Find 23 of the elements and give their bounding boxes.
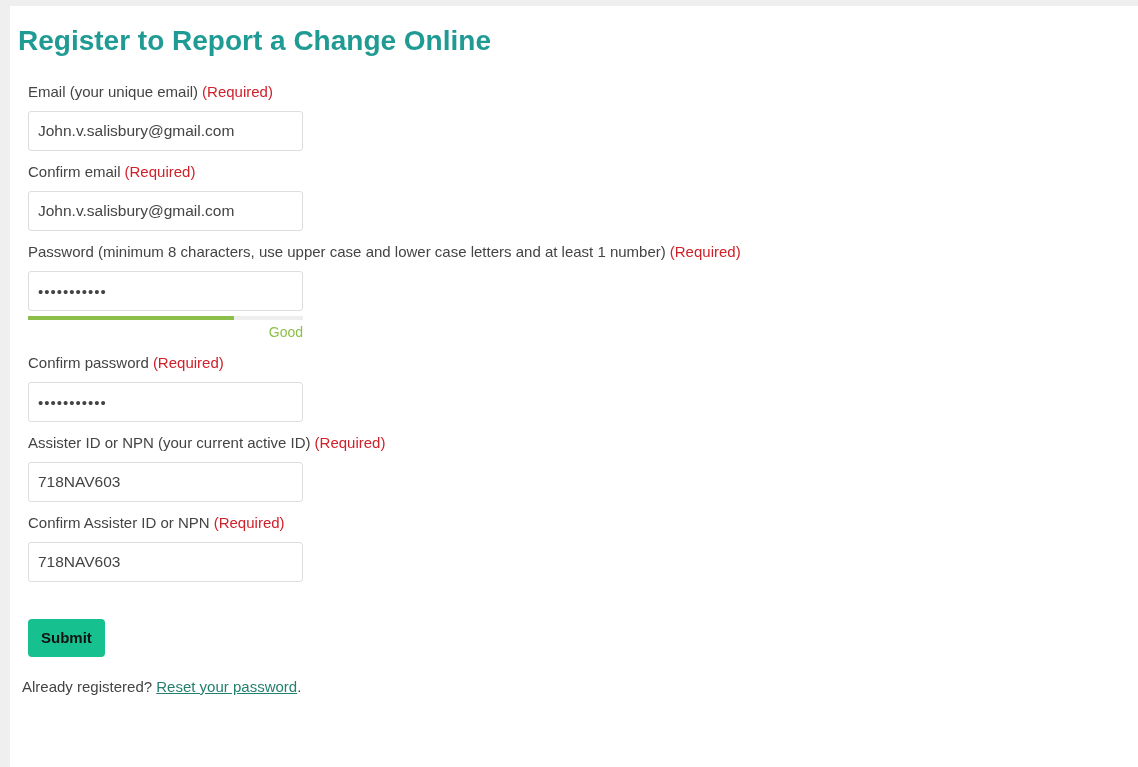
required-marker: (Required)	[669, 242, 741, 262]
password-field[interactable]: •••••••••••	[28, 271, 303, 311]
field-label: Password (minimum 8 characters, use upper case and lower case letters and at least 1 number)	[28, 242, 666, 262]
required-marker: (Required)	[314, 433, 386, 453]
field-label: Confirm Assister ID or NPN	[28, 513, 210, 533]
field-label: Confirm password	[28, 353, 149, 373]
strength-label: Good	[268, 324, 303, 340]
reset-password-link[interactable]: Reset your password	[156, 678, 298, 695]
field-label: Assister ID or NPN (your current active ID)	[28, 433, 311, 453]
input-field[interactable]: 718NAV603	[28, 462, 303, 502]
required-marker: (Required)	[124, 162, 196, 182]
required-marker: (Required)	[202, 82, 273, 102]
page-heading: Register to Report a Change Online	[18, 24, 492, 58]
password-field[interactable]: •••••••••••	[28, 382, 303, 422]
field-label: Confirm email	[28, 162, 121, 182]
input-field[interactable]: John.v.salisbury@gmail.com	[28, 111, 303, 151]
already-registered-text: Already registered? Reset your password.	[21, 677, 303, 697]
required-marker: (Required)	[213, 513, 285, 533]
required-marker: (Required)	[152, 353, 224, 373]
submit-button[interactable]: Submit	[28, 619, 105, 657]
field-label: Email (your unique email)	[28, 82, 199, 102]
input-field[interactable]: 718NAV603	[28, 542, 303, 582]
input-field[interactable]: John.v.salisbury@gmail.com	[28, 191, 303, 231]
